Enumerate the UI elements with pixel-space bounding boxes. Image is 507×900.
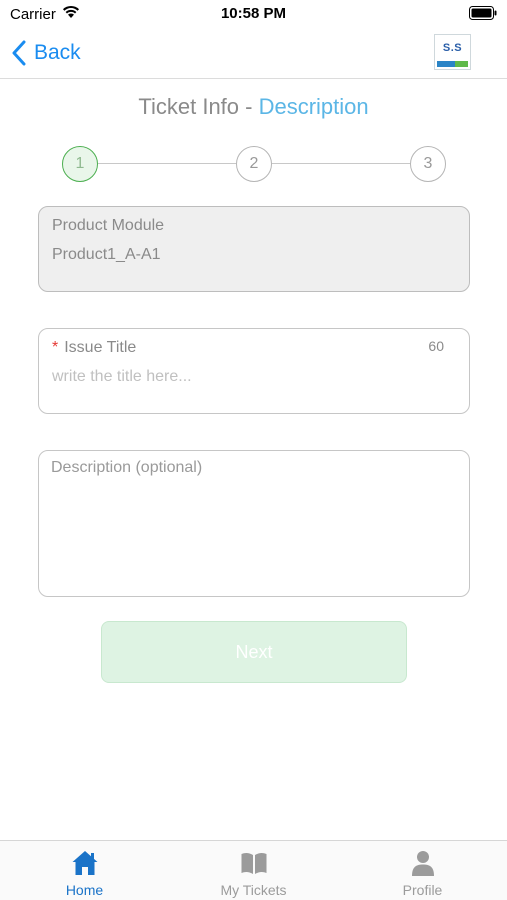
step-3: 3 <box>410 146 446 182</box>
step-1: 1 <box>62 146 98 182</box>
book-icon <box>241 852 267 874</box>
description-input[interactable] <box>51 459 456 587</box>
logo-bar-green <box>455 61 468 67</box>
character-limit: 60 <box>428 338 444 354</box>
tab-home-label: Home <box>65 882 104 898</box>
tab-profile[interactable]: Profile <box>338 841 507 900</box>
stepper-connector <box>98 163 236 164</box>
issue-title-label-text: Issue Title <box>64 339 137 356</box>
app-logo: S.S <box>434 34 471 70</box>
chevron-left-icon <box>12 40 26 66</box>
next-button[interactable]: Next <box>101 621 407 683</box>
required-mark: * <box>52 339 59 356</box>
stepper-connector <box>272 163 410 164</box>
product-module-label: Product Module <box>52 217 165 234</box>
tab-my-tickets[interactable]: My Tickets <box>169 841 338 900</box>
tab-bar: Home My Tickets Profile <box>0 840 507 900</box>
user-icon <box>412 851 434 876</box>
back-button[interactable]: Back <box>10 38 81 68</box>
clock-time: 10:58 PM <box>220 5 287 22</box>
logo-bar-blue <box>437 61 457 67</box>
page-title: Ticket Info - Description <box>0 94 507 120</box>
page-title-prefix: Ticket Info - <box>138 94 259 119</box>
tab-profile-label: Profile <box>402 882 443 898</box>
back-label: Back <box>34 41 81 64</box>
product-module-field: Product Module Product1_A-A1 <box>38 206 470 292</box>
issue-title-label: * Issue Title <box>52 339 136 357</box>
navigation-bar: Back S.S <box>0 28 507 79</box>
progress-stepper: 1 2 3 <box>0 146 507 182</box>
issue-title-input[interactable] <box>52 366 452 388</box>
step-2: 2 <box>236 146 272 182</box>
status-bar: Carrier 10:58 PM <box>0 0 507 28</box>
home-icon <box>72 851 98 875</box>
tab-my-tickets-label: My Tickets <box>220 882 287 898</box>
description-field <box>38 450 470 597</box>
battery-icon <box>469 6 497 20</box>
tab-home[interactable]: Home <box>0 841 169 900</box>
logo-text: S.S <box>442 42 463 54</box>
issue-title-field: * Issue Title 60 <box>38 328 470 414</box>
product-module-value: Product1_A-A1 <box>52 246 161 263</box>
page-title-accent: Description <box>258 94 369 119</box>
